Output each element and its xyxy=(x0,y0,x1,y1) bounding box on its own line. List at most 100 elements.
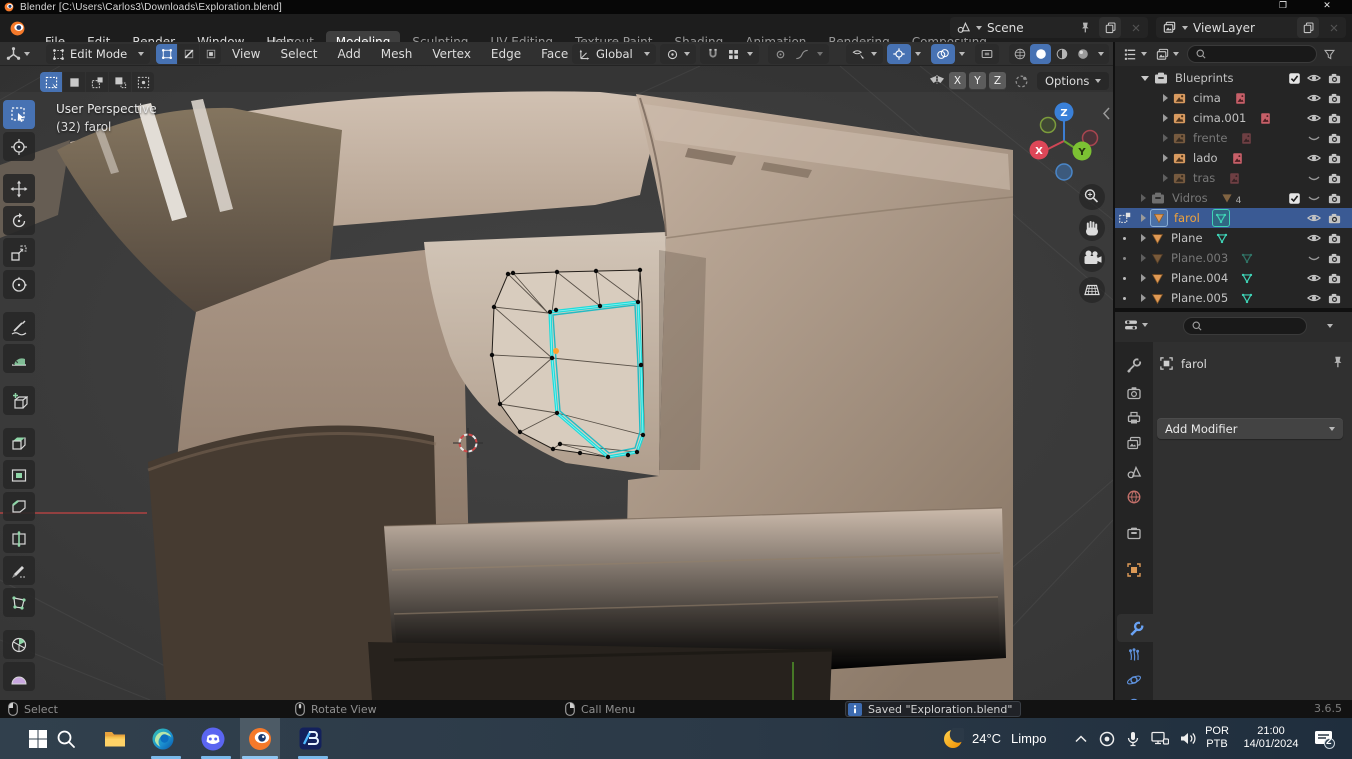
item-label[interactable]: Vidros xyxy=(1172,191,1208,205)
menu-add[interactable]: Add xyxy=(328,47,371,61)
camera-icon[interactable] xyxy=(1327,71,1342,86)
camera-icon[interactable] xyxy=(1327,111,1342,126)
item-label[interactable]: cima.001 xyxy=(1193,111,1246,125)
camera-icon[interactable] xyxy=(1327,211,1342,226)
new-scene-button[interactable] xyxy=(1099,17,1121,38)
expand-icon[interactable] xyxy=(1141,194,1146,202)
save-notification[interactable]: Saved "Exploration.blend" xyxy=(845,701,1022,717)
item-label[interactable]: Plane.004 xyxy=(1171,271,1228,285)
tool-extrude-region[interactable] xyxy=(3,428,35,457)
tool-add-cube[interactable] xyxy=(3,386,35,415)
filter-icon[interactable] xyxy=(1323,48,1336,61)
expand-icon[interactable] xyxy=(1141,294,1146,302)
menu-edge[interactable]: Edge xyxy=(481,47,531,61)
tab-view-layer[interactable] xyxy=(1122,431,1146,455)
outliner-row-tras[interactable]: tras xyxy=(1115,168,1352,188)
proportional-edit-icon[interactable] xyxy=(774,48,787,61)
edge-select-button[interactable] xyxy=(178,44,199,64)
camera-icon[interactable] xyxy=(1327,291,1342,306)
tool-select-box[interactable] xyxy=(3,100,35,129)
transform-orientation-dropdown[interactable]: Global xyxy=(572,44,656,64)
camera-icon[interactable] xyxy=(1327,91,1342,106)
item-label[interactable]: cima xyxy=(1193,91,1221,105)
eye-icon[interactable] xyxy=(1306,270,1322,286)
tool-scale[interactable] xyxy=(3,238,35,267)
face-select-button[interactable] xyxy=(200,44,221,64)
item-label[interactable]: Plane.005 xyxy=(1171,291,1228,305)
notification-center-icon[interactable]: 2 xyxy=(1306,718,1342,759)
outliner-row-plane003[interactable]: Plane.003 xyxy=(1115,248,1352,268)
outliner-editor-type-button[interactable] xyxy=(1123,47,1147,62)
expand-icon[interactable] xyxy=(1163,134,1168,142)
outliner-display-mode-button[interactable] xyxy=(1155,47,1179,62)
eye-icon[interactable] xyxy=(1306,290,1322,306)
tab-collection[interactable] xyxy=(1122,521,1146,545)
viewport-canvas[interactable]: Z X Y xyxy=(0,66,1113,700)
add-modifier-dropdown[interactable]: Add Modifier xyxy=(1157,418,1343,439)
pin-icon[interactable] xyxy=(1078,21,1091,34)
item-label[interactable]: Plane xyxy=(1171,231,1203,245)
mirror-z-button[interactable]: Z xyxy=(989,72,1006,90)
tray-expand-icon[interactable] xyxy=(1068,718,1094,759)
tool-transform[interactable] xyxy=(3,270,35,299)
outliner-row-plane005[interactable]: Plane.005 xyxy=(1115,288,1352,308)
file-explorer-icon[interactable] xyxy=(95,718,135,759)
outliner-row-farol[interactable]: farol xyxy=(1115,208,1352,228)
mirror-y-button[interactable]: Y xyxy=(969,72,986,90)
camera-icon[interactable] xyxy=(1327,131,1342,146)
vertex-select-button[interactable] xyxy=(156,44,177,64)
select-mode-intersect-button[interactable] xyxy=(132,72,154,92)
show-overlays-toggle[interactable] xyxy=(931,44,955,64)
outliner-row-vidros[interactable]: Vidros 4 xyxy=(1115,188,1352,208)
tool-bevel[interactable] xyxy=(3,492,35,521)
camera-icon[interactable] xyxy=(1327,231,1342,246)
camera-icon[interactable] xyxy=(1327,151,1342,166)
menu-select[interactable]: Select xyxy=(270,47,327,61)
tab-output[interactable] xyxy=(1122,406,1146,430)
menu-mesh[interactable]: Mesh xyxy=(371,47,423,61)
falloff-curve-icon[interactable] xyxy=(794,48,810,61)
scene-name[interactable]: Scene xyxy=(987,21,1073,35)
magnet-snap-icon[interactable] xyxy=(706,47,720,61)
expand-icon[interactable] xyxy=(1141,75,1149,81)
outliner-search-input[interactable] xyxy=(1187,45,1317,63)
eye-closed-icon[interactable] xyxy=(1306,190,1322,206)
outliner-row-plane[interactable]: Plane xyxy=(1115,228,1352,248)
clock[interactable]: 21:00 14/01/2024 xyxy=(1236,725,1306,751)
pivot-point-dropdown[interactable] xyxy=(660,44,696,64)
snap-target-icon[interactable] xyxy=(727,48,740,61)
xray-toggle[interactable] xyxy=(975,44,999,64)
correct-face-attributes-icon[interactable] xyxy=(1013,73,1030,90)
tab-world[interactable] xyxy=(1122,485,1146,509)
network-tray-icon[interactable] xyxy=(1146,718,1174,759)
eye-icon[interactable] xyxy=(1306,150,1322,166)
expand-icon[interactable] xyxy=(1141,254,1146,262)
camera-icon[interactable] xyxy=(1327,171,1342,186)
weather-text[interactable]: 24°C Limpo xyxy=(972,718,1046,759)
axis-neg-z-ball[interactable] xyxy=(1055,163,1073,181)
zoom-button[interactable] xyxy=(1079,184,1105,210)
item-label[interactable]: farol xyxy=(1174,211,1200,225)
eye-icon[interactable] xyxy=(1306,110,1322,126)
viewlayer-selector[interactable]: ViewLayer xyxy=(1156,17,1346,38)
rendered-shading-button[interactable] xyxy=(1072,44,1093,64)
unlink-scene-icon[interactable] xyxy=(1130,22,1142,34)
select-mode-subtract-button[interactable] xyxy=(86,72,108,92)
item-label[interactable]: Blueprints xyxy=(1175,71,1233,85)
item-label[interactable]: tras xyxy=(1193,171,1215,185)
properties-options-chevron[interactable] xyxy=(1327,324,1333,328)
edge-browser-icon[interactable] xyxy=(143,718,183,759)
camera-icon[interactable] xyxy=(1327,271,1342,286)
restore-button[interactable]: ❐ xyxy=(1270,1,1296,11)
blender-taskbar-icon[interactable] xyxy=(240,718,280,759)
tab-object[interactable] xyxy=(1122,558,1146,582)
tool-rotate[interactable] xyxy=(3,206,35,235)
3d-viewport[interactable]: Z X Y User Perspective (32) farol X Y Z … xyxy=(0,66,1113,700)
tab-physics[interactable] xyxy=(1122,668,1146,692)
tab-render[interactable] xyxy=(1122,381,1146,405)
select-mode-extend-button[interactable] xyxy=(63,72,85,92)
new-viewlayer-button[interactable] xyxy=(1297,17,1319,38)
tool-annotate[interactable] xyxy=(3,312,35,341)
expand-icon[interactable] xyxy=(1141,214,1146,222)
tool-cursor[interactable] xyxy=(3,132,35,161)
